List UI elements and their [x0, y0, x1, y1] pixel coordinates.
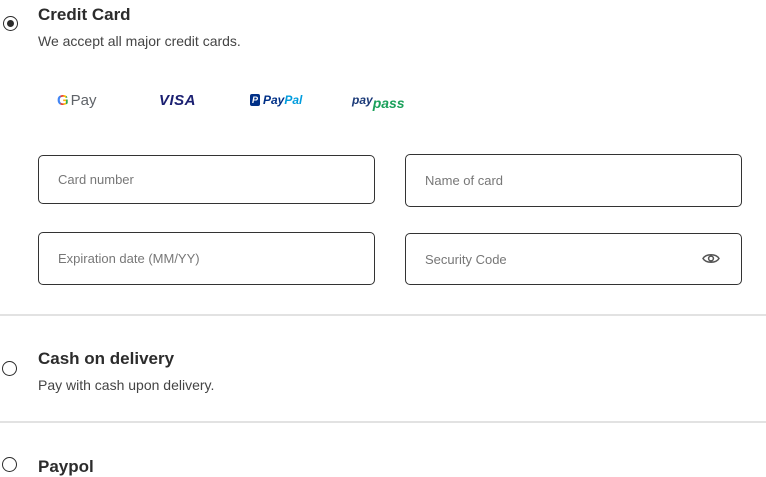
google-pay-text: Pay — [70, 91, 97, 109]
google-g-icon: G — [57, 91, 69, 109]
cash-on-delivery-title: Cash on delivery — [38, 349, 175, 368]
paypal-logo-pay: Pay — [263, 93, 285, 107]
section-divider — [0, 421, 766, 423]
cash-on-delivery-radio[interactable] — [2, 361, 17, 376]
paypal-radio[interactable] — [2, 457, 17, 472]
name-of-card-input[interactable] — [406, 155, 741, 206]
card-number-field[interactable] — [38, 155, 375, 204]
eye-icon[interactable] — [702, 252, 720, 265]
expiration-date-field[interactable] — [38, 232, 375, 285]
visa-logo: VISA — [159, 91, 197, 109]
paypal-logo-pal: Pal — [284, 93, 303, 107]
paypal-mark-icon: P — [250, 94, 260, 106]
credit-card-description: We accept all major credit cards. — [38, 33, 241, 49]
card-number-input[interactable] — [39, 156, 374, 203]
expiration-date-input[interactable] — [39, 233, 374, 284]
paypal-logo: P Pay Pal — [250, 88, 302, 112]
paypal-option-title: Paypol — [38, 457, 94, 476]
security-code-input[interactable] — [406, 234, 741, 284]
cash-on-delivery-description: Pay with cash upon delivery. — [38, 377, 215, 393]
section-divider — [0, 314, 766, 316]
name-of-card-field[interactable] — [405, 154, 742, 207]
paypass-logo: pay pass — [352, 88, 405, 112]
google-pay-logo: G Pay — [57, 88, 97, 112]
credit-card-title: Credit Card — [38, 5, 131, 24]
paypass-logo-pass: pass — [372, 95, 405, 111]
paypass-logo-pay: pay — [352, 93, 373, 107]
credit-card-radio[interactable] — [3, 16, 18, 31]
security-code-field[interactable] — [405, 233, 742, 285]
